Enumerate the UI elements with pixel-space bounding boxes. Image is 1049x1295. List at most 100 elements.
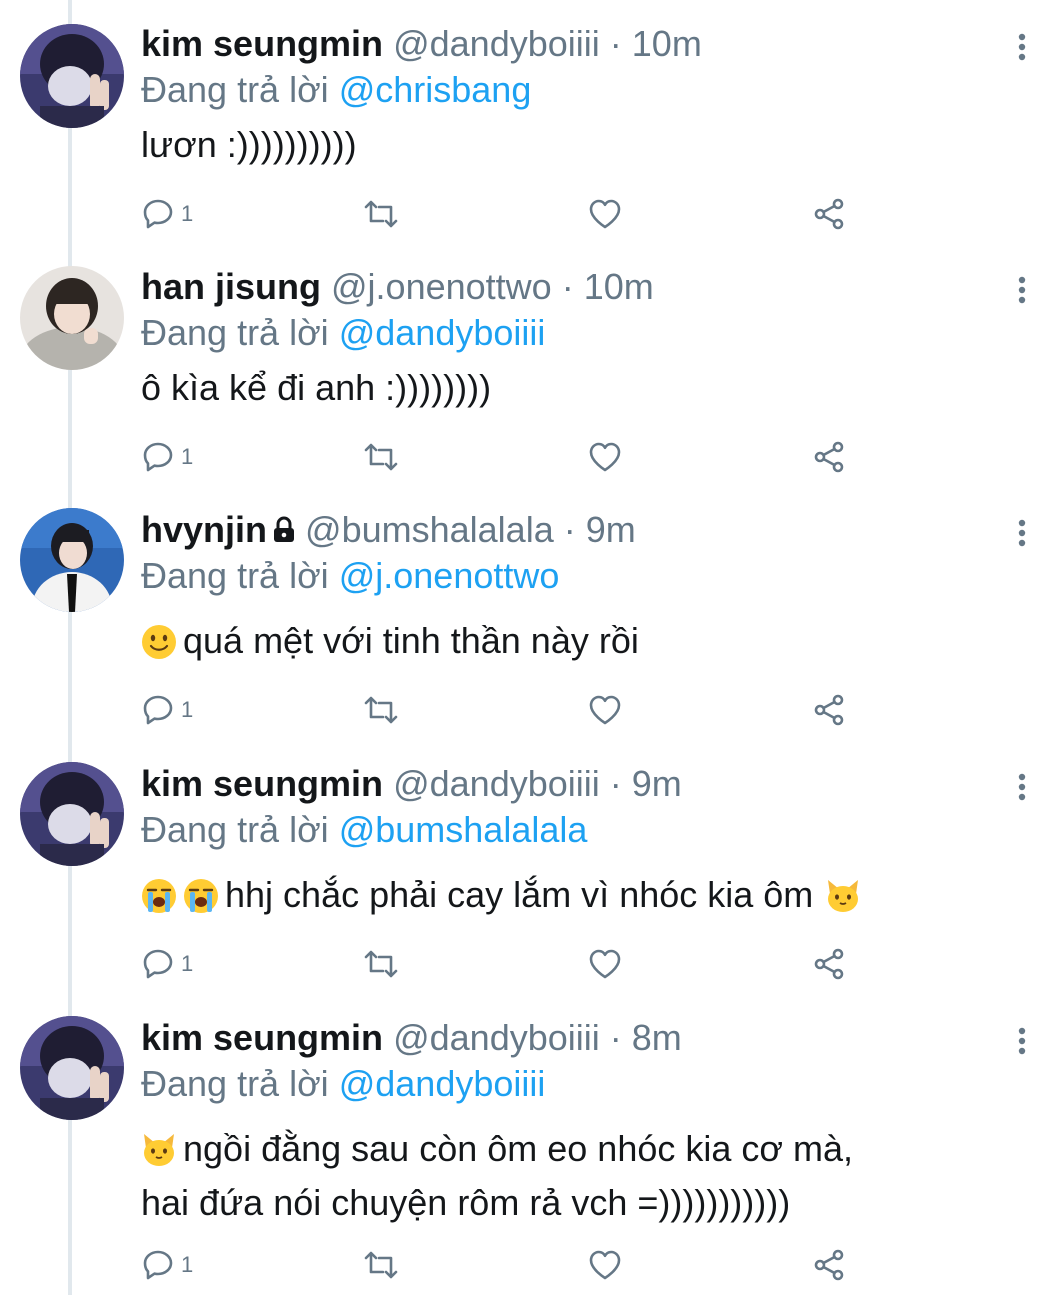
user-handle[interactable]: @dandyboiiii xyxy=(393,763,600,804)
retweet-button[interactable] xyxy=(363,1245,399,1285)
heart-icon xyxy=(589,695,621,725)
replying-to-label: Đang trả lời xyxy=(141,809,329,850)
retweet-icon xyxy=(364,200,398,228)
share-button[interactable] xyxy=(811,1245,847,1285)
retweet-icon xyxy=(364,696,398,724)
reply-button[interactable]: 1 xyxy=(141,944,193,984)
lock-icon xyxy=(274,516,295,542)
like-button[interactable] xyxy=(587,944,623,984)
retweet-button[interactable] xyxy=(363,944,399,984)
retweet-icon xyxy=(364,1251,398,1279)
share-icon xyxy=(814,1249,844,1281)
replying-to-label: Đang trả lời xyxy=(141,69,329,110)
retweet-icon xyxy=(364,950,398,978)
reply-count: 1 xyxy=(181,951,194,976)
display-name[interactable]: hvynjin xyxy=(141,509,267,550)
like-button[interactable] xyxy=(587,194,623,234)
avatar-masked-photo-icon xyxy=(20,24,124,128)
separator-dot: · xyxy=(609,763,622,804)
cat-face-icon xyxy=(144,1134,174,1166)
tweet-text-line: lươn :)))))))))) xyxy=(141,124,357,165)
reply-icon xyxy=(143,1250,173,1280)
reply-mention-link[interactable]: @bumshalalala xyxy=(339,809,588,850)
reply-mention-link[interactable]: @chrisbang xyxy=(339,69,532,110)
retweet-button[interactable] xyxy=(363,690,399,730)
avatar[interactable] xyxy=(20,762,124,866)
display-name[interactable]: han jisung xyxy=(141,266,321,307)
separator-dot: · xyxy=(563,509,576,550)
retweet-button[interactable] xyxy=(363,437,399,477)
reply-count: 1 xyxy=(181,444,194,469)
tweet-text: ngồi đằng sau còn ôm eo nhóc kia cơ mà, … xyxy=(141,1122,989,1230)
timestamp[interactable]: 10m xyxy=(584,266,654,307)
reply-icon xyxy=(143,949,173,979)
reply-mention-link[interactable]: @dandyboiiii xyxy=(339,1063,546,1104)
slightly-smiling-face-icon xyxy=(142,625,176,659)
retweet-icon xyxy=(364,443,398,471)
loudly-crying-face-icon xyxy=(184,879,218,913)
like-button[interactable] xyxy=(587,1245,623,1285)
more-options-icon[interactable] xyxy=(1017,772,1027,802)
replying-to-label: Đang trả lời xyxy=(141,1063,329,1104)
avatar-hoodie-photo-icon xyxy=(20,266,124,370)
timestamp[interactable]: 9m xyxy=(632,763,682,804)
reply-button[interactable]: 1 xyxy=(141,437,193,477)
like-button[interactable] xyxy=(587,690,623,730)
tweet-text: lươn :)))))))))) xyxy=(141,118,989,172)
avatar-suit-photo-icon xyxy=(20,508,124,612)
heart-icon xyxy=(589,1250,621,1280)
more-options-icon[interactable] xyxy=(1017,518,1027,548)
user-handle[interactable]: @dandyboiiii xyxy=(393,23,600,64)
tweet-text-line: ngồi đằng sau còn ôm eo nhóc kia cơ mà, xyxy=(183,1128,854,1169)
more-options-icon[interactable] xyxy=(1017,1026,1027,1056)
share-button[interactable] xyxy=(811,437,847,477)
tweet-text: hhj chắc phải cay lắm vì nhóc kia ôm xyxy=(141,868,989,922)
reply-mention-link[interactable]: @dandyboiiii xyxy=(339,312,546,353)
timestamp[interactable]: 9m xyxy=(586,509,636,550)
cat-face-icon xyxy=(828,880,859,912)
reply-icon xyxy=(143,442,173,472)
tweet-text-line: quá mệt với tinh thần này rồi xyxy=(183,620,639,661)
reply-button[interactable]: 1 xyxy=(141,194,193,234)
heart-icon xyxy=(589,199,621,229)
display-name[interactable]: kim seungmin xyxy=(141,23,383,64)
share-icon xyxy=(814,948,844,980)
share-icon xyxy=(814,441,844,473)
more-options-icon[interactable] xyxy=(1017,32,1027,62)
timestamp[interactable]: 8m xyxy=(632,1017,682,1058)
tweet-text-line: hai đứa nói chuyện rôm rả vch =)))))))))… xyxy=(141,1182,791,1223)
reply-icon xyxy=(143,695,173,725)
reply-count: 1 xyxy=(181,1252,194,1277)
display-name[interactable]: kim seungmin xyxy=(141,763,383,804)
avatar[interactable] xyxy=(20,508,124,612)
reply-button[interactable]: 1 xyxy=(141,690,193,730)
retweet-button[interactable] xyxy=(363,194,399,234)
separator-dot: · xyxy=(609,1017,622,1058)
avatar-masked-photo-icon xyxy=(20,1016,124,1120)
more-options-icon[interactable] xyxy=(1017,275,1027,305)
share-button[interactable] xyxy=(811,194,847,234)
reply-mention-link[interactable]: @j.onenottwo xyxy=(339,555,560,596)
tweet-text-line: hhj chắc phải cay lắm vì nhóc kia ôm xyxy=(225,874,814,915)
share-button[interactable] xyxy=(811,690,847,730)
replying-to-label: Đang trả lời xyxy=(141,555,329,596)
separator-dot: · xyxy=(609,23,622,64)
display-name[interactable]: kim seungmin xyxy=(141,1017,383,1058)
reply-icon xyxy=(143,199,173,229)
share-icon xyxy=(814,694,844,726)
reply-count: 1 xyxy=(181,697,194,722)
replying-to-label: Đang trả lời xyxy=(141,312,329,353)
tweet-text-line: ô kìa kể đi anh :)))))))) xyxy=(141,367,492,408)
reply-button[interactable]: 1 xyxy=(141,1245,193,1285)
user-handle[interactable]: @dandyboiiii xyxy=(393,1017,600,1058)
reply-count: 1 xyxy=(181,201,194,226)
like-button[interactable] xyxy=(587,437,623,477)
avatar[interactable] xyxy=(20,1016,124,1120)
user-handle[interactable]: @bumshalalala xyxy=(305,509,554,550)
user-handle[interactable]: @j.onenottwo xyxy=(331,266,552,307)
share-button[interactable] xyxy=(811,944,847,984)
avatar[interactable] xyxy=(20,24,124,128)
timestamp[interactable]: 10m xyxy=(632,23,702,64)
tweet-text: quá mệt với tinh thần này rồi xyxy=(141,614,989,668)
avatar[interactable] xyxy=(20,266,124,370)
